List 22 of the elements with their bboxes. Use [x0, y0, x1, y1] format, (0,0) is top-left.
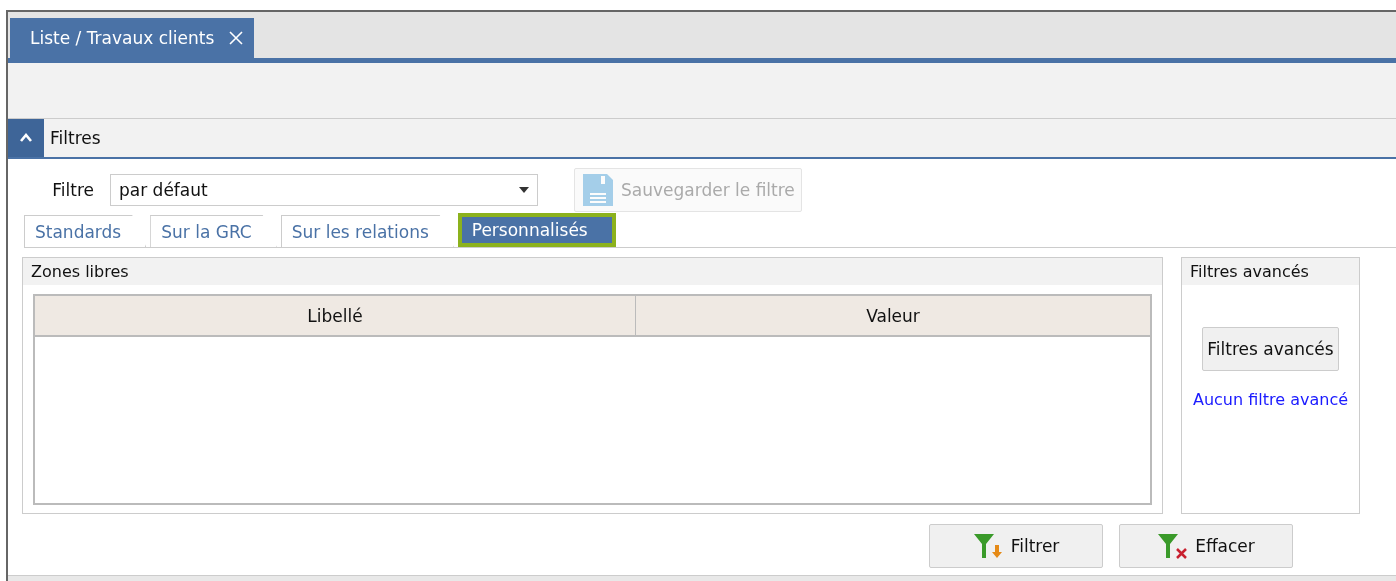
- advanced-filters-button[interactable]: Filtres avancés: [1202, 327, 1339, 371]
- filter-tab[interactable]: Personnalisés: [457, 213, 616, 247]
- chevron-up-icon: [20, 133, 32, 143]
- collapse-button[interactable]: [8, 119, 44, 157]
- close-icon[interactable]: [228, 30, 245, 46]
- panel-title: Filtres avancés: [1182, 258, 1359, 285]
- funnel-x-icon: [1157, 532, 1190, 560]
- document-tab[interactable]: Liste / Travaux clients: [10, 18, 255, 58]
- clear-button[interactable]: Effacer: [1119, 524, 1293, 568]
- column-header[interactable]: Valeur: [636, 296, 1150, 335]
- advanced-filter-link[interactable]: Aucun filtre avancé: [1192, 390, 1349, 409]
- panel-title: Zones libres: [23, 258, 1162, 285]
- filter-tab[interactable]: Sur la GRC: [150, 215, 277, 247]
- filter-tab[interactable]: Sur les relations: [280, 215, 454, 247]
- filter-tab[interactable]: Standards: [24, 215, 147, 247]
- filter-label: Filtre: [51, 180, 95, 200]
- column-header[interactable]: Libellé: [35, 296, 636, 335]
- filter-button[interactable]: Filtrer: [929, 524, 1103, 568]
- section-title: Filtres: [50, 128, 101, 148]
- filter-dropdown[interactable]: par défaut: [110, 174, 538, 206]
- caret-icon: [519, 187, 529, 193]
- funnel-arrow-icon: [972, 532, 1005, 560]
